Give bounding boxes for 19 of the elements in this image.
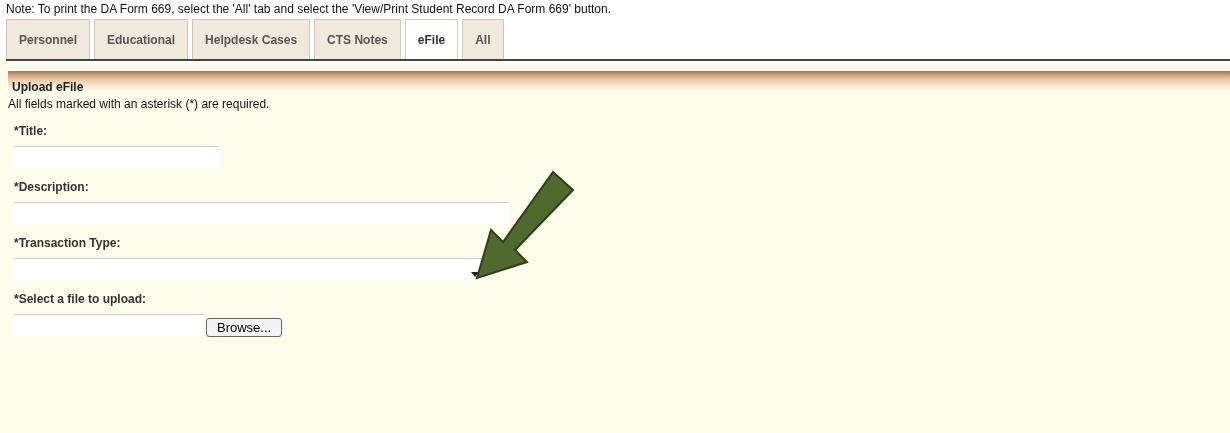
- field-label: *Title:: [14, 123, 49, 140]
- input-field[interactable]: [14, 202, 509, 225]
- field-label: *Transaction Type:: [14, 235, 122, 252]
- file-path-field[interactable]: [14, 314, 204, 337]
- tab[interactable]: Helpdesk Cases: [192, 19, 311, 59]
- tab[interactable]: CTS Notes: [314, 19, 401, 59]
- tab[interactable]: All: [462, 19, 504, 59]
- field-label: *Select a file to upload:: [14, 291, 148, 308]
- instructions-text: All fields marked with an asterisk (*) are required.: [7, 96, 271, 113]
- note-text: Note: To print the DA Form 669, select the 'All' tab and select the 'View/Print Student Record DA Form 669' button.: [0, 0, 1230, 17]
- tab[interactable]: Personnel: [6, 19, 91, 59]
- input-field[interactable]: [14, 146, 219, 169]
- dropdown-field[interactable]: [14, 258, 489, 281]
- browse-button[interactable]: Browse...: [206, 318, 283, 337]
- field-label: *Description:: [14, 179, 90, 196]
- caret-icon: [471, 272, 479, 277]
- tab[interactable]: Educational: [94, 19, 189, 59]
- tab[interactable]: eFile: [404, 19, 459, 59]
- section-title: Upload eFile: [12, 79, 84, 94]
